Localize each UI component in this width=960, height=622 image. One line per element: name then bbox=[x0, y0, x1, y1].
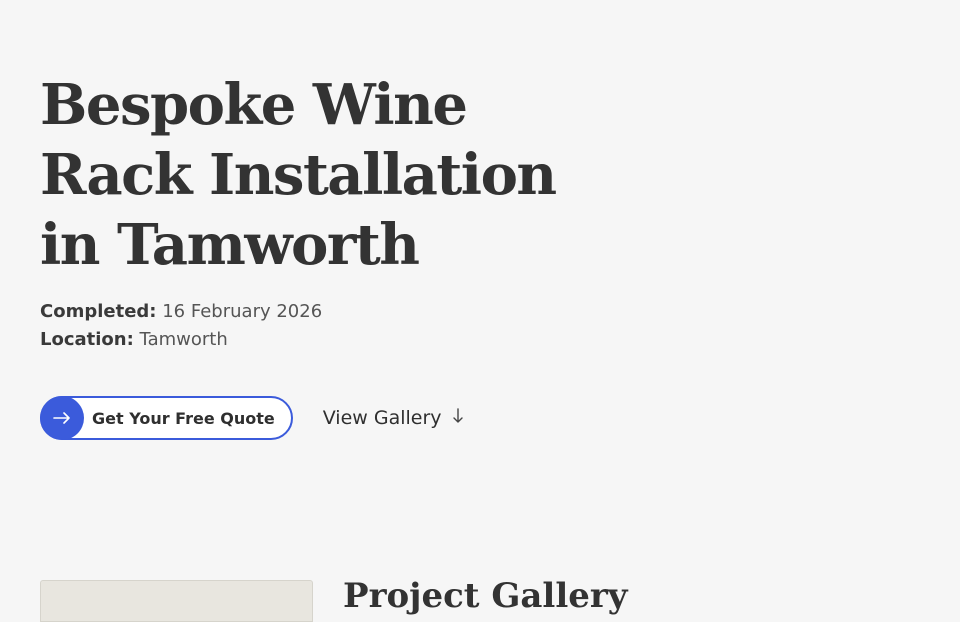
arrow-down-icon bbox=[452, 407, 464, 429]
gallery-section-title: Project Gallery bbox=[343, 576, 628, 616]
page-title: Bespoke Wine Rack Installation in Tamwor… bbox=[40, 72, 557, 278]
get-quote-button[interactable]: Get Your Free Quote bbox=[40, 396, 293, 440]
arrow-right-icon bbox=[40, 396, 84, 440]
project-meta: Completed: 16 February 2026 Location: Ta… bbox=[40, 298, 322, 354]
view-gallery-link[interactable]: View Gallery bbox=[323, 407, 464, 429]
gallery-image-thumbnail[interactable] bbox=[40, 580, 313, 622]
location-value: Tamworth bbox=[139, 329, 228, 350]
location-label: Location: bbox=[40, 329, 134, 350]
view-gallery-label: View Gallery bbox=[322, 407, 442, 429]
location-row: Location: Tamworth bbox=[40, 326, 322, 354]
get-quote-label: Get Your Free Quote bbox=[92, 408, 275, 428]
completed-label: Completed: bbox=[40, 301, 157, 322]
completed-value: 16 February 2026 bbox=[162, 301, 323, 322]
hero-actions: Get Your Free Quote View Gallery bbox=[40, 396, 464, 440]
completed-row: Completed: 16 February 2026 bbox=[40, 298, 322, 326]
